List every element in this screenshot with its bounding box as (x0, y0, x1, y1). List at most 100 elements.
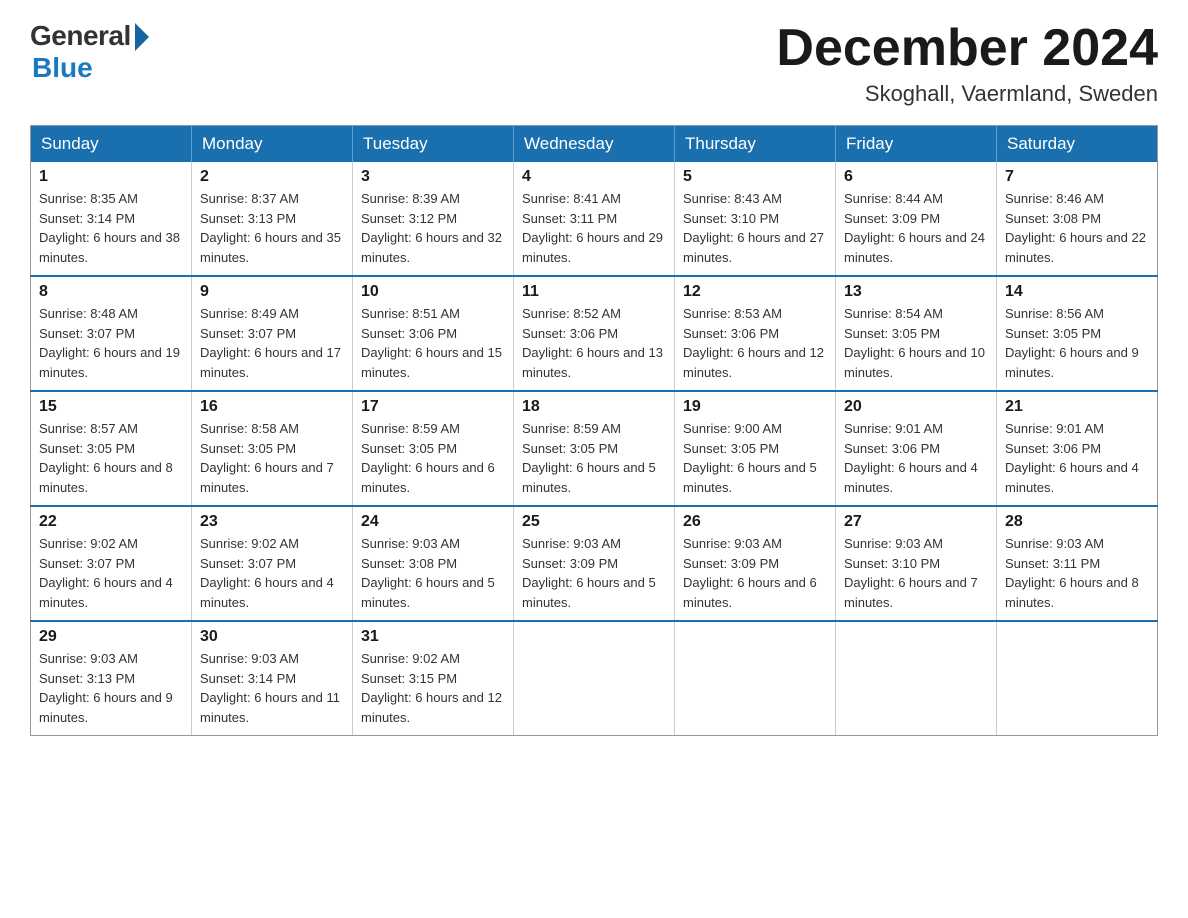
day-info: Sunrise: 8:54 AMSunset: 3:05 PMDaylight:… (844, 304, 988, 382)
day-number: 13 (844, 283, 988, 301)
day-info: Sunrise: 9:01 AMSunset: 3:06 PMDaylight:… (844, 419, 988, 497)
day-info: Sunrise: 9:03 AMSunset: 3:09 PMDaylight:… (683, 534, 827, 612)
calendar-cell-w1-d5: 5Sunrise: 8:43 AMSunset: 3:10 PMDaylight… (675, 162, 836, 276)
day-info: Sunrise: 8:52 AMSunset: 3:06 PMDaylight:… (522, 304, 666, 382)
calendar-cell-w2-d4: 11 Sunrise: 8:52 AMSunset: 3:06 PMDayligh… (514, 276, 675, 391)
day-info: Sunrise: 8:35 AMSunset: 3:14 PMDaylight:… (39, 189, 183, 267)
logo-general-text: General (30, 20, 131, 52)
calendar-table: Sunday Monday Tuesday Wednesday Thursday… (30, 125, 1158, 736)
calendar-cell-w3-d2: 16Sunrise: 8:58 AMSunset: 3:05 PMDayligh… (192, 391, 353, 506)
logo: General Blue (30, 20, 149, 84)
day-info: Sunrise: 9:03 AMSunset: 3:14 PMDaylight:… (200, 649, 344, 727)
day-number: 19 (683, 398, 827, 416)
day-number: 26 (683, 513, 827, 531)
calendar-cell-w5-d5 (675, 621, 836, 736)
page-header: General Blue December 2024 Skoghall, Vae… (30, 20, 1158, 107)
day-number: 21 (1005, 398, 1149, 416)
day-info: Sunrise: 8:44 AMSunset: 3:09 PMDaylight:… (844, 189, 988, 267)
header-sunday: Sunday (31, 126, 192, 163)
day-number: 18 (522, 398, 666, 416)
calendar-week-4: 22 Sunrise: 9:02 AMSunset: 3:07 PMDayligh… (31, 506, 1158, 621)
calendar-cell-w4-d3: 24 Sunrise: 9:03 AMSunset: 3:08 PMDayligh… (353, 506, 514, 621)
day-number: 28 (1005, 513, 1149, 531)
day-info: Sunrise: 8:56 AMSunset: 3:05 PMDaylight:… (1005, 304, 1149, 382)
logo-arrow-icon (135, 23, 149, 51)
day-info: Sunrise: 9:00 AMSunset: 3:05 PMDaylight:… (683, 419, 827, 497)
calendar-cell-w5-d4 (514, 621, 675, 736)
day-number: 6 (844, 168, 988, 186)
day-number: 30 (200, 628, 344, 646)
calendar-cell-w1-d7: 7 Sunrise: 8:46 AMSunset: 3:08 PMDaylight… (997, 162, 1158, 276)
day-number: 31 (361, 628, 505, 646)
day-number: 25 (522, 513, 666, 531)
day-number: 9 (200, 283, 344, 301)
calendar-cell-w4-d7: 28 Sunrise: 9:03 AMSunset: 3:11 PMDayligh… (997, 506, 1158, 621)
day-number: 15 (39, 398, 183, 416)
calendar-cell-w5-d2: 30 Sunrise: 9:03 AMSunset: 3:14 PMDayligh… (192, 621, 353, 736)
day-info: Sunrise: 8:39 AMSunset: 3:12 PMDaylight:… (361, 189, 505, 267)
calendar-cell-w5-d6 (836, 621, 997, 736)
day-number: 24 (361, 513, 505, 531)
day-info: Sunrise: 8:41 AMSunset: 3:11 PMDaylight:… (522, 189, 666, 267)
day-number: 17 (361, 398, 505, 416)
day-number: 20 (844, 398, 988, 416)
header-tuesday: Tuesday (353, 126, 514, 163)
title-block: December 2024 Skoghall, Vaermland, Swede… (776, 20, 1158, 107)
calendar-week-5: 29Sunrise: 9:03 AMSunset: 3:13 PMDayligh… (31, 621, 1158, 736)
logo-blue-text: Blue (32, 52, 93, 84)
day-info: Sunrise: 8:59 AMSunset: 3:05 PMDaylight:… (361, 419, 505, 497)
header-thursday: Thursday (675, 126, 836, 163)
header-saturday: Saturday (997, 126, 1158, 163)
calendar-cell-w1-d6: 6 Sunrise: 8:44 AMSunset: 3:09 PMDaylight… (836, 162, 997, 276)
calendar-cell-w2-d5: 12Sunrise: 8:53 AMSunset: 3:06 PMDayligh… (675, 276, 836, 391)
day-number: 22 (39, 513, 183, 531)
day-info: Sunrise: 9:03 AMSunset: 3:11 PMDaylight:… (1005, 534, 1149, 612)
day-info: Sunrise: 8:58 AMSunset: 3:05 PMDaylight:… (200, 419, 344, 497)
calendar-cell-w2-d1: 8 Sunrise: 8:48 AMSunset: 3:07 PMDaylight… (31, 276, 192, 391)
day-info: Sunrise: 9:02 AMSunset: 3:07 PMDaylight:… (39, 534, 183, 612)
calendar-week-2: 8 Sunrise: 8:48 AMSunset: 3:07 PMDaylight… (31, 276, 1158, 391)
day-info: Sunrise: 8:57 AMSunset: 3:05 PMDaylight:… (39, 419, 183, 497)
day-info: Sunrise: 8:46 AMSunset: 3:08 PMDaylight:… (1005, 189, 1149, 267)
month-year-title: December 2024 (776, 20, 1158, 77)
calendar-cell-w2-d6: 13 Sunrise: 8:54 AMSunset: 3:05 PMDayligh… (836, 276, 997, 391)
day-info: Sunrise: 9:03 AMSunset: 3:13 PMDaylight:… (39, 649, 183, 727)
calendar-week-1: 1 Sunrise: 8:35 AMSunset: 3:14 PMDaylight… (31, 162, 1158, 276)
calendar-cell-w3-d6: 20 Sunrise: 9:01 AMSunset: 3:06 PMDayligh… (836, 391, 997, 506)
day-number: 27 (844, 513, 988, 531)
calendar-cell-w5-d1: 29Sunrise: 9:03 AMSunset: 3:13 PMDayligh… (31, 621, 192, 736)
calendar-cell-w3-d3: 17 Sunrise: 8:59 AMSunset: 3:05 PMDayligh… (353, 391, 514, 506)
day-info: Sunrise: 8:51 AMSunset: 3:06 PMDaylight:… (361, 304, 505, 382)
day-info: Sunrise: 8:59 AMSunset: 3:05 PMDaylight:… (522, 419, 666, 497)
calendar-cell-w5-d3: 31 Sunrise: 9:02 AMSunset: 3:15 PMDayligh… (353, 621, 514, 736)
day-info: Sunrise: 8:37 AMSunset: 3:13 PMDaylight:… (200, 189, 344, 267)
calendar-cell-w5-d7 (997, 621, 1158, 736)
calendar-week-3: 15 Sunrise: 8:57 AMSunset: 3:05 PMDayligh… (31, 391, 1158, 506)
day-number: 14 (1005, 283, 1149, 301)
calendar-cell-w3-d5: 19 Sunrise: 9:00 AMSunset: 3:05 PMDayligh… (675, 391, 836, 506)
day-info: Sunrise: 9:03 AMSunset: 3:10 PMDaylight:… (844, 534, 988, 612)
day-number: 23 (200, 513, 344, 531)
day-info: Sunrise: 8:53 AMSunset: 3:06 PMDaylight:… (683, 304, 827, 382)
header-wednesday: Wednesday (514, 126, 675, 163)
header-monday: Monday (192, 126, 353, 163)
day-info: Sunrise: 9:03 AMSunset: 3:08 PMDaylight:… (361, 534, 505, 612)
day-number: 8 (39, 283, 183, 301)
day-number: 4 (522, 168, 666, 186)
calendar-cell-w4-d1: 22 Sunrise: 9:02 AMSunset: 3:07 PMDayligh… (31, 506, 192, 621)
day-number: 1 (39, 168, 183, 186)
day-number: 10 (361, 283, 505, 301)
calendar-cell-w4-d2: 23Sunrise: 9:02 AMSunset: 3:07 PMDayligh… (192, 506, 353, 621)
calendar-cell-w4-d4: 25 Sunrise: 9:03 AMSunset: 3:09 PMDayligh… (514, 506, 675, 621)
calendar-cell-w3-d1: 15 Sunrise: 8:57 AMSunset: 3:05 PMDayligh… (31, 391, 192, 506)
day-info: Sunrise: 9:03 AMSunset: 3:09 PMDaylight:… (522, 534, 666, 612)
day-info: Sunrise: 8:48 AMSunset: 3:07 PMDaylight:… (39, 304, 183, 382)
day-number: 11 (522, 283, 666, 301)
day-info: Sunrise: 9:02 AMSunset: 3:15 PMDaylight:… (361, 649, 505, 727)
location-subtitle: Skoghall, Vaermland, Sweden (776, 81, 1158, 107)
calendar-cell-w1-d4: 4 Sunrise: 8:41 AMSunset: 3:11 PMDaylight… (514, 162, 675, 276)
header-friday: Friday (836, 126, 997, 163)
calendar-cell-w2-d3: 10 Sunrise: 8:51 AMSunset: 3:06 PMDayligh… (353, 276, 514, 391)
day-number: 7 (1005, 168, 1149, 186)
day-number: 3 (361, 168, 505, 186)
